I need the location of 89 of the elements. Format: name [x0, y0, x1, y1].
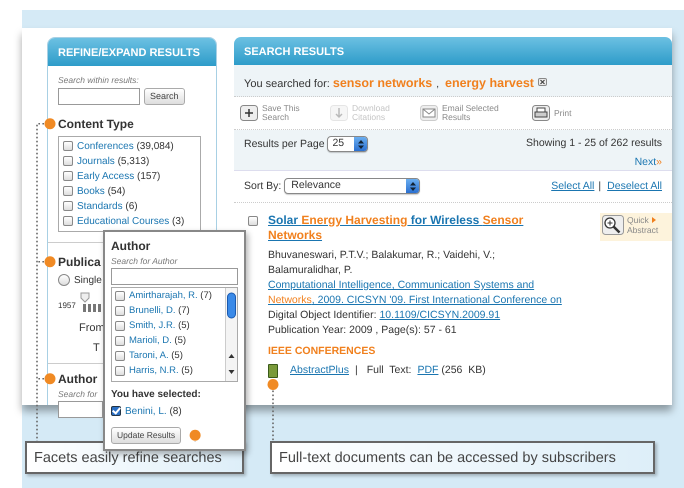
update-results-button[interactable]: Update Results — [111, 426, 182, 444]
checkbox[interactable] — [63, 201, 73, 212]
marker-dot — [44, 118, 56, 130]
publication-info: Publication Year: 2009 , Page(s): 57 - 61 — [268, 323, 458, 338]
marker-dot — [44, 256, 56, 268]
fulltext-label: Full Text: — [366, 363, 412, 378]
author-search-field[interactable] — [58, 400, 103, 418]
abstract-link[interactable]: AbstractPlus — [290, 363, 349, 378]
download-icon — [330, 105, 348, 121]
section-heading: Author — [58, 370, 98, 388]
facet-option[interactable]: Educational Courses (3) — [77, 214, 184, 229]
checkbox[interactable] — [115, 321, 125, 332]
marker-dot — [190, 430, 201, 441]
link-separator: | — [598, 180, 602, 192]
selected-heading: You have selected: — [111, 388, 202, 402]
facet-option[interactable]: Brunelli, D. (7) — [129, 304, 190, 318]
search-term: sensor networks — [332, 76, 432, 90]
checkbox[interactable] — [63, 171, 73, 182]
section-heading: Publica — [58, 254, 101, 271]
facet-option[interactable]: Benini, L. (8) — [125, 404, 182, 419]
facet-option[interactable]: Amirtharajah, R. (7) — [129, 289, 212, 304]
search-button[interactable]: Search — [144, 88, 185, 105]
doi-label: Digital Object Identifier: — [268, 309, 378, 321]
search-term: energy harvest — [445, 76, 534, 90]
radio-label: Single — [74, 274, 102, 288]
plus-icon — [240, 105, 258, 121]
panel-title: REFINE/EXPAND RESULTS — [48, 38, 216, 66]
stepper-icon[interactable] — [406, 179, 420, 194]
facet-option[interactable]: Early Access (157) — [77, 168, 160, 184]
deselect-all-link[interactable]: Deselect All — [607, 180, 662, 192]
per-page-label: Results per Page — [244, 138, 326, 150]
facet-option[interactable]: Taroni, A. (5) — [129, 349, 183, 364]
search-label: Search within results: — [58, 74, 140, 87]
stepper-icon[interactable] — [354, 137, 368, 151]
checkbox[interactable] — [115, 291, 125, 302]
facet-option[interactable]: Standards (6) — [77, 198, 138, 214]
result-title[interactable]: Solar Energy Harvesting for Wireless Sensor Networks — [268, 213, 548, 243]
marker-dot — [44, 373, 56, 384]
marker-dot — [268, 379, 278, 390]
checkbox[interactable] — [63, 216, 73, 226]
year-label: 1957 — [58, 300, 76, 312]
close-icon[interactable] — [538, 78, 547, 86]
facet-option[interactable]: Marioli, D. (5) — [129, 334, 186, 348]
toolbar-button[interactable]: Email Selected Results — [420, 103, 512, 123]
result-authors: Bhuvaneswari, P.T.V.; Balakumar, R.; Vaidehi, V.; Balamuralidhar, P. — [268, 248, 496, 278]
checkbox[interactable] — [115, 336, 125, 346]
sort-select[interactable]: Relevance — [284, 178, 420, 194]
sort-label: Sort By: — [244, 180, 282, 192]
search-hint: Search for — [58, 388, 98, 400]
select-all-link[interactable]: Select All — [551, 180, 594, 192]
pdf-link[interactable]: PDF — [417, 363, 438, 378]
search-label: You searched for: — [244, 78, 331, 90]
checkbox[interactable] — [111, 406, 121, 416]
checkbox[interactable] — [248, 216, 258, 226]
checkbox[interactable] — [115, 306, 125, 316]
checkbox[interactable] — [115, 351, 125, 362]
search-field[interactable] — [58, 88, 140, 105]
facet-option[interactable]: Harris, N.R. (5) — [129, 364, 193, 378]
per-page-select[interactable]: 25 — [327, 136, 368, 152]
radio-button[interactable] — [58, 274, 70, 286]
doi-link[interactable]: 10.1109/CICSYN.2009.91 — [379, 309, 500, 321]
scrollbar[interactable] — [225, 288, 237, 381]
magnifier-icon — [602, 215, 624, 235]
results-count: Showing 1 - 25 of 262 results — [526, 136, 662, 151]
facet-option[interactable]: Conferences (39,084) — [77, 138, 174, 154]
toolbar-button[interactable]: Save This Search — [240, 103, 310, 123]
checkbox[interactable] — [63, 186, 73, 196]
callout-label: Full-text documents can be accessed by subscribers — [270, 441, 655, 474]
author-search-field[interactable] — [111, 268, 238, 285]
envelope-icon — [420, 105, 438, 121]
next-link[interactable]: Next» — [634, 156, 662, 168]
checkbox[interactable] — [63, 156, 73, 166]
link-separator: | — [354, 363, 358, 378]
toolbar-button[interactable]: Print — [532, 103, 572, 123]
popup-title: Author — [111, 238, 152, 255]
printer-icon — [532, 105, 550, 121]
facet-option[interactable]: Books (54) — [77, 184, 126, 199]
panel-title: SEARCH RESULTS — [234, 37, 672, 65]
checkbox[interactable] — [115, 366, 125, 376]
range-label: T — [93, 341, 100, 356]
file-size: (256 KB) — [440, 363, 486, 378]
facet-option[interactable]: Journals (5,313) — [77, 154, 150, 169]
section-heading: Content Type — [58, 116, 134, 133]
checkbox[interactable] — [63, 141, 73, 152]
search-hint: Search for Author — [111, 255, 178, 268]
book-icon — [268, 364, 278, 378]
source-label: IEEE CONFERENCES — [268, 344, 376, 359]
facet-option[interactable]: Smith, J.R. (5) — [129, 319, 190, 334]
term-separator: , — [436, 79, 440, 90]
